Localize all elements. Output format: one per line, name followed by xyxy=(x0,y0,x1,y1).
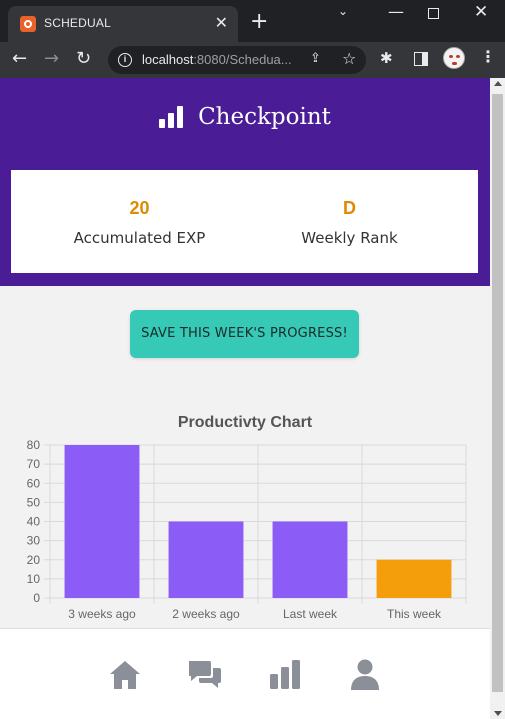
bookmark-star-icon[interactable]: ☆ xyxy=(342,49,356,68)
chart-bar xyxy=(64,445,140,598)
x-tick-label: Last week xyxy=(283,607,338,621)
forward-arrow-icon[interactable]: → xyxy=(44,48,59,70)
back-arrow-icon[interactable]: ← xyxy=(12,48,27,70)
share-icon[interactable]: ⇪ xyxy=(310,51,321,66)
maximize-button[interactable] xyxy=(428,8,439,19)
new-tab-button[interactable]: + xyxy=(250,10,268,34)
exp-label: Accumulated EXP xyxy=(73,229,206,247)
y-tick-label: 40 xyxy=(27,515,41,529)
browser-menu-icon[interactable]: ⋮ xyxy=(480,47,496,66)
tab-close-icon[interactable]: ✕ xyxy=(215,14,228,32)
chart-bar xyxy=(168,521,244,598)
y-tick-label: 80 xyxy=(27,438,41,452)
chart-bar xyxy=(272,521,348,598)
bar-chart-icon xyxy=(159,106,184,128)
rank-label: Weekly Rank xyxy=(301,229,398,247)
profile-icon[interactable] xyxy=(348,658,382,692)
x-tick-label: This week xyxy=(387,607,442,621)
tab-search-chevron-icon[interactable]: ⌄ xyxy=(338,4,348,18)
window-close-button[interactable]: ✕ xyxy=(474,2,488,22)
page-header: Checkpoint 20 Accumulated EXP D Weekly R… xyxy=(0,78,490,286)
y-tick-label: 70 xyxy=(27,457,41,471)
y-tick-label: 10 xyxy=(27,572,41,586)
rank-value: D xyxy=(343,198,356,218)
side-panel-icon[interactable] xyxy=(414,52,428,66)
y-tick-label: 30 xyxy=(27,534,41,548)
site-info-icon[interactable]: i xyxy=(118,53,132,67)
extensions-puzzle-icon[interactable]: ✱ xyxy=(380,49,393,67)
stats-card: 20 Accumulated EXP D Weekly Rank xyxy=(11,170,478,273)
page-scrollbar[interactable] xyxy=(490,78,505,719)
scroll-down-arrow-icon[interactable] xyxy=(494,711,502,716)
address-bar[interactable]: i localhost:8080/Schedua... ⇪ ☆ xyxy=(108,46,366,74)
y-tick-label: 0 xyxy=(33,591,40,605)
y-tick-label: 50 xyxy=(27,495,41,509)
bar-chart-icon[interactable] xyxy=(268,658,302,692)
url-text[interactable]: localhost:8080/Schedua... xyxy=(142,52,292,67)
brand: Checkpoint xyxy=(0,104,490,130)
rank-stat: D Weekly Rank xyxy=(233,198,466,247)
tab-title: SCHEDUAL xyxy=(44,16,111,30)
browser-tab[interactable]: SCHEDUAL ✕ xyxy=(8,6,238,42)
browser-toolbar: ← → ↻ i localhost:8080/Schedua... ⇪ ☆ ✱ … xyxy=(0,42,505,78)
url-host: localhost xyxy=(142,52,194,67)
browser-tabbar: SCHEDUAL ✕ + ⌄ — ✕ xyxy=(0,0,505,42)
bottom-nav xyxy=(0,628,490,719)
y-tick-label: 20 xyxy=(27,553,41,567)
url-path: :8080/Schedua... xyxy=(193,52,292,67)
x-tick-label: 3 weeks ago xyxy=(68,607,136,621)
xampp-favicon-icon xyxy=(20,16,36,32)
page-viewport: Checkpoint 20 Accumulated EXP D Weekly R… xyxy=(0,78,490,719)
x-tick-label: 2 weeks ago xyxy=(172,607,240,621)
chart-bar xyxy=(376,559,452,598)
minimize-button[interactable]: — xyxy=(388,2,404,21)
exp-value: 20 xyxy=(129,198,150,218)
profile-avatar[interactable] xyxy=(443,47,465,69)
home-icon[interactable] xyxy=(108,658,142,692)
page-title: Checkpoint xyxy=(198,104,331,130)
reload-icon[interactable]: ↻ xyxy=(76,48,91,70)
y-tick-label: 60 xyxy=(27,476,41,490)
save-progress-button[interactable]: SAVE THIS WEEK'S PROGRESS! xyxy=(130,310,359,358)
scroll-up-arrow-icon[interactable] xyxy=(494,81,502,86)
productivity-chart: 0 10 20 30 40 50 60 70 80 3 weeks ago 2 weeks ago L… xyxy=(27,438,467,621)
scroll-thumb[interactable] xyxy=(492,94,503,692)
chat-icon[interactable] xyxy=(188,658,222,692)
exp-stat: 20 Accumulated EXP xyxy=(23,198,256,247)
